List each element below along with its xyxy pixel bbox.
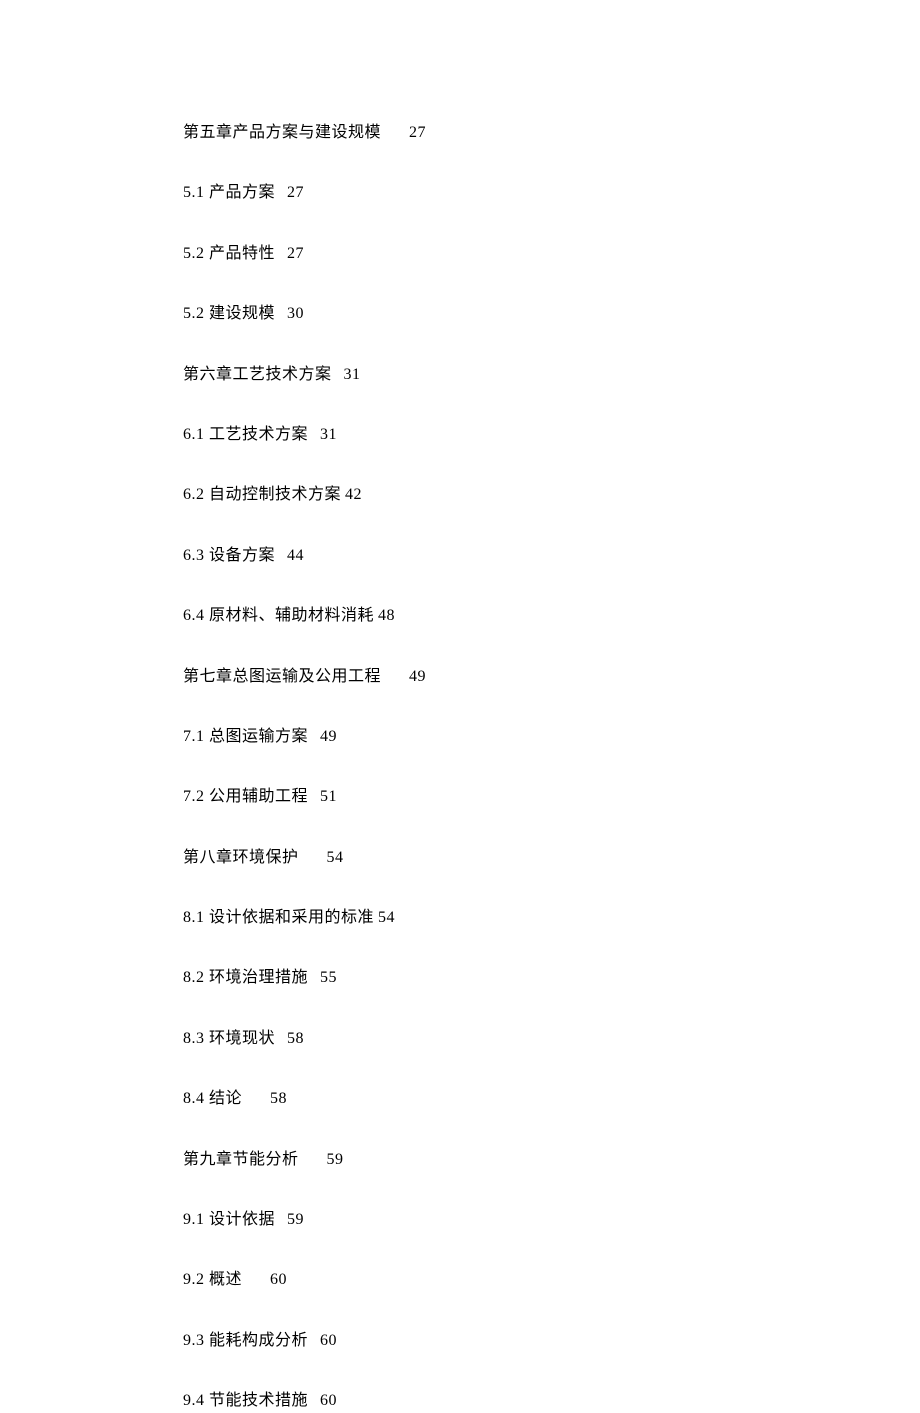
toc-entry-page: 58 — [270, 1090, 287, 1107]
toc-line: 8.2 环境治理措施 55 — [183, 967, 920, 989]
toc-line: 5.2 建设规模 30 — [183, 303, 920, 325]
toc-entry-text: 5.2 产品特性 — [183, 245, 275, 262]
toc-line: 第七章总图运输及公用工程 49 — [183, 666, 920, 688]
toc-line: 6.4 原材料、辅助材料消耗48 — [183, 605, 920, 627]
toc-entry-text: 5.1 产品方案 — [183, 184, 275, 201]
toc-entry-page: 60 — [320, 1332, 337, 1349]
toc-line: 第八章环境保护 54 — [183, 847, 920, 869]
toc-entry-page: 49 — [320, 728, 337, 745]
toc-entry-text: 9.2 概述 — [183, 1271, 242, 1288]
toc-entry-page: 59 — [287, 1211, 304, 1228]
toc-entry-page: 27 — [287, 184, 304, 201]
toc-line: 第五章产品方案与建设规模 27 — [183, 122, 920, 144]
toc-entry-text: 8.1 设计依据和采用的标准 — [183, 909, 374, 926]
toc-line: 5.1 产品方案 27 — [183, 182, 920, 204]
toc-entry-page: 27 — [409, 124, 426, 141]
toc-line: 5.2 产品特性 27 — [183, 243, 920, 265]
toc-entry-page: 49 — [409, 668, 426, 685]
toc-entry-text: 8.3 环境现状 — [183, 1030, 275, 1047]
toc-entry-text: 6.4 原材料、辅助材料消耗 — [183, 607, 374, 624]
toc-entry-page: 42 — [345, 486, 362, 503]
toc-entry-page: 31 — [320, 426, 337, 443]
toc-entry-text: 9.3 能耗构成分析 — [183, 1332, 308, 1349]
toc-line: 9.4 节能技术措施 60 — [183, 1390, 920, 1412]
toc-entry-page: 44 — [287, 547, 304, 564]
toc-entry-text: 7.1 总图运输方案 — [183, 728, 308, 745]
toc-line: 8.1 设计依据和采用的标准54 — [183, 907, 920, 929]
toc-entry-text: 8.2 环境治理措施 — [183, 969, 308, 986]
toc-entry-page: 59 — [327, 1151, 344, 1168]
toc-line: 第六章工艺技术方案 31 — [183, 364, 920, 386]
toc-entry-text: 7.2 公用辅助工程 — [183, 788, 308, 805]
toc-line: 9.3 能耗构成分析 60 — [183, 1330, 920, 1352]
toc-entry-text: 6.3 设备方案 — [183, 547, 275, 564]
toc-entry-page: 48 — [378, 607, 395, 624]
toc-line: 9.2 概述 60 — [183, 1269, 920, 1291]
toc-entry-text: 6.2 自动控制技术方案 — [183, 486, 341, 503]
toc-entry-page: 55 — [320, 969, 337, 986]
toc-entry-text: 第九章节能分析 — [183, 1151, 299, 1168]
toc-entry-text: 第八章环境保护 — [183, 849, 299, 866]
toc-line: 9.1 设计依据 59 — [183, 1209, 920, 1231]
toc-line: 8.4 结论 58 — [183, 1088, 920, 1110]
toc-line: 6.3 设备方案 44 — [183, 545, 920, 567]
toc-container: 第五章产品方案与建设规模 27 5.1 产品方案 27 5.2 产品特性 27 5.2 建设… — [183, 122, 920, 1413]
toc-line: 第九章节能分析 59 — [183, 1149, 920, 1171]
toc-line: 6.1 工艺技术方案 31 — [183, 424, 920, 446]
toc-entry-text: 8.4 结论 — [183, 1090, 242, 1107]
toc-entry-text: 第五章产品方案与建设规模 — [183, 124, 381, 141]
toc-entry-text: 9.4 节能技术措施 — [183, 1392, 308, 1409]
toc-entry-text: 第六章工艺技术方案 — [183, 366, 332, 383]
toc-line: 8.3 环境现状 58 — [183, 1028, 920, 1050]
toc-entry-page: 27 — [287, 245, 304, 262]
toc-line: 7.2 公用辅助工程 51 — [183, 786, 920, 808]
toc-line: 6.2 自动控制技术方案42 — [183, 484, 920, 506]
toc-entry-text: 5.2 建设规模 — [183, 305, 275, 322]
toc-entry-page: 31 — [344, 366, 361, 383]
toc-line: 7.1 总图运输方案 49 — [183, 726, 920, 748]
toc-entry-page: 54 — [378, 909, 395, 926]
toc-entry-text: 6.1 工艺技术方案 — [183, 426, 308, 443]
toc-entry-page: 54 — [327, 849, 344, 866]
toc-entry-page: 30 — [287, 305, 304, 322]
toc-entry-page: 60 — [270, 1271, 287, 1288]
toc-entry-page: 51 — [320, 788, 337, 805]
toc-entry-page: 58 — [287, 1030, 304, 1047]
toc-entry-text: 第七章总图运输及公用工程 — [183, 668, 381, 685]
toc-entry-text: 9.1 设计依据 — [183, 1211, 275, 1228]
toc-entry-page: 60 — [320, 1392, 337, 1409]
